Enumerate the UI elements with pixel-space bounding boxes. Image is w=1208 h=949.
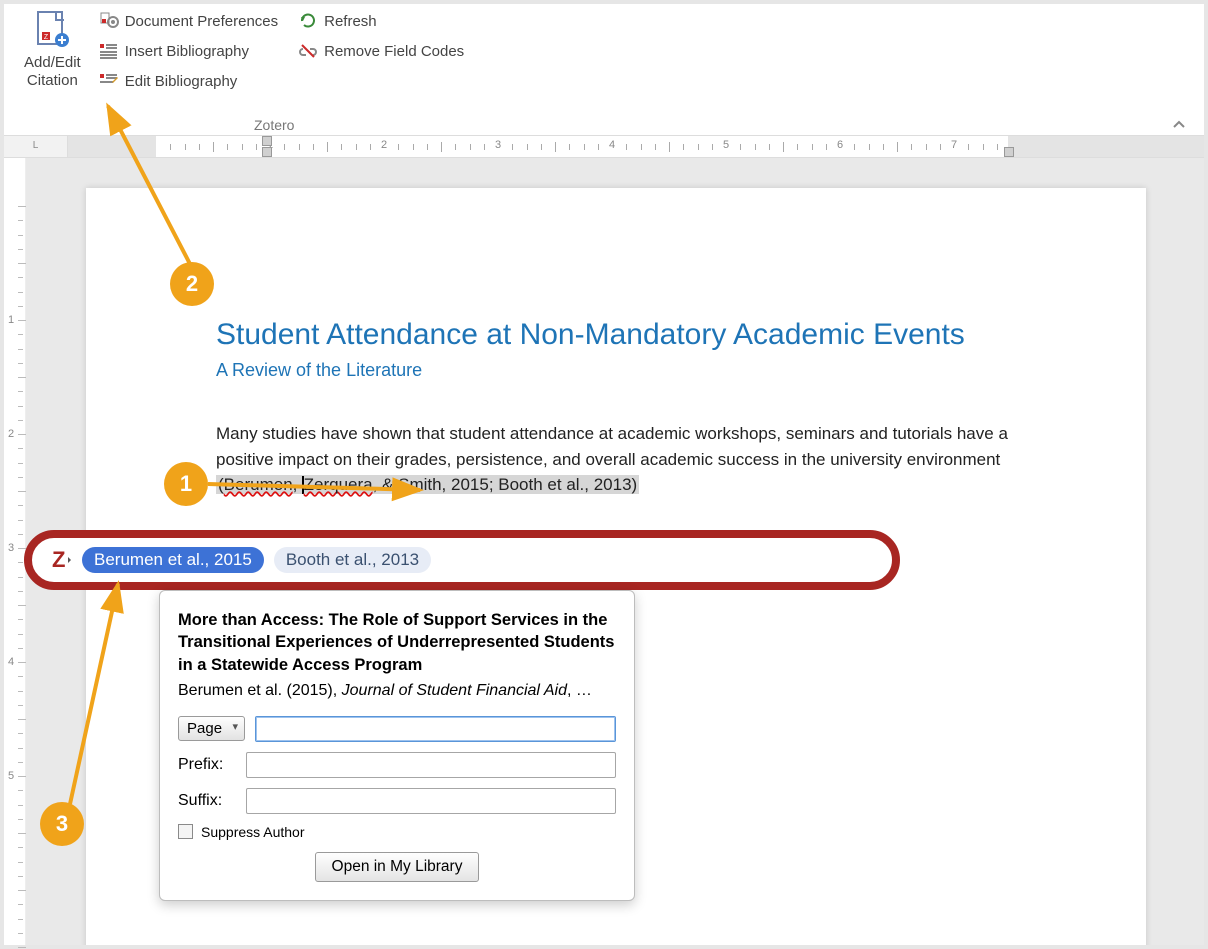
insert-bibliography-label: Insert Bibliography bbox=[125, 43, 249, 60]
zotero-quickcite-bar[interactable]: Z Berumen et al., 2015 Booth et al., 201… bbox=[24, 530, 900, 590]
prefix-input[interactable] bbox=[246, 752, 616, 778]
svg-text:Z: Z bbox=[52, 547, 65, 572]
add-edit-citation-label-line2: Citation bbox=[27, 72, 78, 90]
paragraph-text: Many studies have shown that student att… bbox=[216, 424, 1008, 469]
collapse-ribbon-chevron-icon[interactable] bbox=[1172, 116, 1186, 132]
remove-field-codes-label: Remove Field Codes bbox=[324, 43, 464, 60]
document-preferences-label: Document Preferences bbox=[125, 13, 278, 30]
ruler-corner[interactable]: L bbox=[4, 136, 68, 158]
edit-bibliography-label: Edit Bibliography bbox=[125, 73, 238, 90]
prefix-label: Prefix: bbox=[178, 756, 236, 774]
callout-1: 1 bbox=[164, 462, 208, 506]
callout-2: 2 bbox=[170, 262, 214, 306]
unlink-icon bbox=[298, 42, 318, 60]
vertical-ruler[interactable]: 12345 bbox=[4, 158, 26, 945]
arrow-3 bbox=[64, 578, 144, 818]
remove-field-codes-button[interactable]: Remove Field Codes bbox=[294, 40, 468, 62]
locator-type-select[interactable]: Page bbox=[178, 716, 245, 741]
insert-bibliography-button[interactable]: Insert Bibliography bbox=[95, 40, 282, 62]
locator-value-input[interactable] bbox=[255, 716, 616, 742]
bibliography-lines-icon bbox=[99, 42, 119, 60]
horizontal-ruler[interactable]: 1234567 bbox=[68, 136, 1204, 158]
open-in-library-button[interactable]: Open in My Library bbox=[315, 852, 480, 882]
refresh-icon bbox=[298, 12, 318, 30]
gear-page-icon bbox=[99, 12, 119, 30]
ribbon-group-label: Zotero bbox=[254, 117, 294, 133]
popover-title: More than Access: The Role of Support Se… bbox=[178, 609, 616, 676]
popover-meta: Berumen et al. (2015), Journal of Studen… bbox=[178, 682, 616, 700]
suppress-author-checkbox[interactable] bbox=[178, 824, 193, 839]
add-edit-citation-label-line1: Add/Edit bbox=[24, 54, 81, 72]
document-subtitle: A Review of the Literature bbox=[216, 360, 1016, 381]
citation-page-icon: Z bbox=[32, 10, 72, 50]
citation-editor-popover: More than Access: The Role of Support Se… bbox=[159, 590, 635, 901]
suffix-input[interactable] bbox=[246, 788, 616, 814]
zotero-logo-icon[interactable]: Z bbox=[44, 546, 72, 574]
refresh-label: Refresh bbox=[324, 13, 377, 30]
edit-bibliography-button[interactable]: Edit Bibliography bbox=[95, 70, 282, 92]
add-edit-citation-button[interactable]: Z Add/Edit Citation bbox=[16, 10, 89, 135]
document-preferences-button[interactable]: Document Preferences bbox=[95, 10, 282, 32]
document-title: Student Attendance at Non-Mandatory Acad… bbox=[216, 318, 1016, 352]
arrow-1 bbox=[204, 474, 434, 498]
edit-bibliography-icon bbox=[99, 72, 119, 90]
suffix-label: Suffix: bbox=[178, 792, 236, 810]
svg-text:Z: Z bbox=[44, 34, 49, 41]
citation-token-active[interactable]: Berumen et al., 2015 bbox=[82, 547, 264, 573]
citation-token-inactive[interactable]: Booth et al., 2013 bbox=[274, 547, 431, 573]
suppress-author-label: Suppress Author bbox=[201, 824, 305, 840]
callout-3: 3 bbox=[40, 802, 84, 846]
refresh-button[interactable]: Refresh bbox=[294, 10, 468, 32]
